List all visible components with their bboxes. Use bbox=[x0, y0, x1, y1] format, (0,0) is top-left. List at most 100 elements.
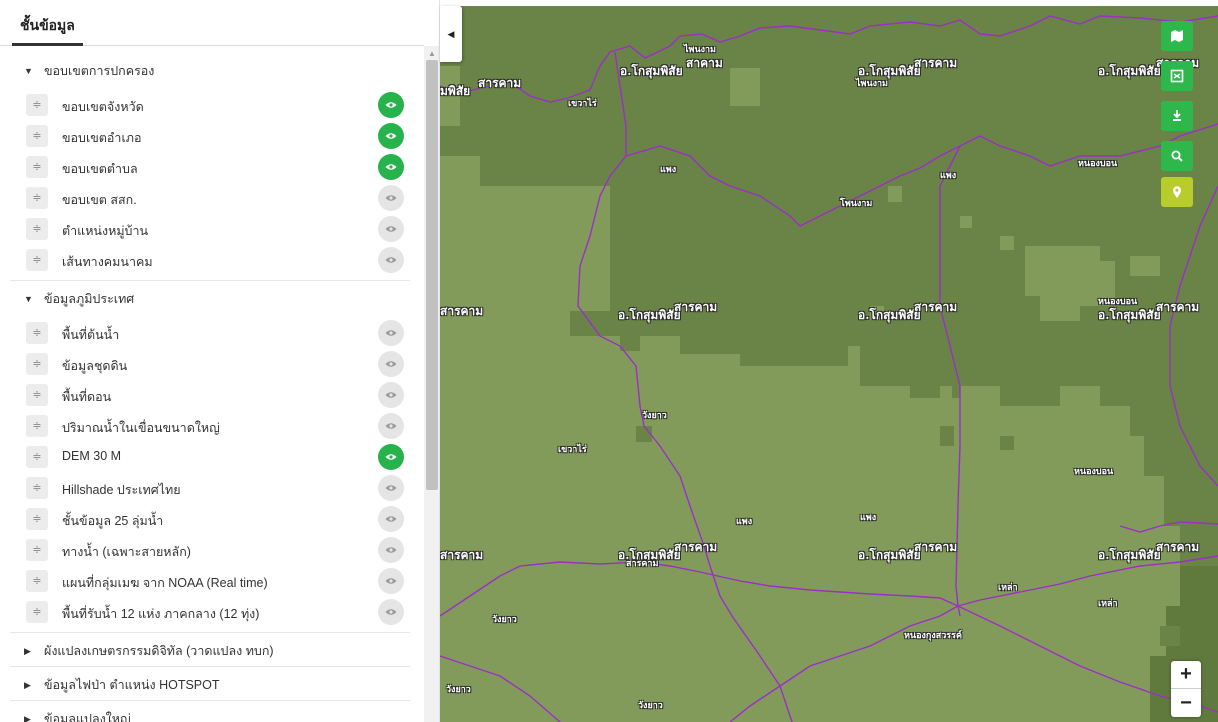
layer-group-header[interactable]: ▶ ข้อมูลแปลงใหญ่ bbox=[0, 704, 410, 722]
drag-handle-icon[interactable]: ≑ bbox=[26, 249, 48, 271]
drag-handle-icon[interactable]: ≑ bbox=[26, 601, 48, 623]
layer-row: ≑ Hillshade ประเทศไทย bbox=[0, 475, 410, 501]
eye-icon bbox=[385, 485, 397, 491]
layer-row: ≑ แผนที่กลุ่มเมฆ จาก NOAA (Real time) bbox=[0, 568, 410, 594]
map-view[interactable]: ไพนงาม สาคาม อ.โกสุมพิสัย สารคาม อ.โกสุม… bbox=[440, 6, 1218, 722]
drag-handle-icon[interactable]: ≑ bbox=[26, 415, 48, 437]
download-button[interactable] bbox=[1161, 101, 1193, 131]
layer-list-scrollbar[interactable]: ▲ bbox=[424, 46, 439, 722]
scroll-up-arrow-icon[interactable]: ▲ bbox=[428, 49, 436, 58]
layer-visibility-toggle[interactable] bbox=[378, 444, 404, 470]
map-label: หนองกุงสวรรค์ bbox=[904, 631, 962, 641]
layer-visibility-toggle[interactable] bbox=[378, 351, 404, 377]
layer-group-label: ขอบเขตการปกครอง bbox=[44, 64, 155, 78]
eye-icon bbox=[385, 578, 397, 584]
layer-name: ขอบเขตจังหวัด bbox=[62, 100, 144, 114]
layer-group-header[interactable]: ▶ ผังแปลงเกษตรกรรมดิจิทัล (วาดแปลง ทบก) bbox=[0, 636, 410, 666]
sidebar-tabbar: ชั้นข้อมูล bbox=[0, 6, 424, 46]
map-label: เขวาไร่ bbox=[558, 445, 587, 455]
collapse-sidebar-button[interactable]: ◀ bbox=[440, 6, 462, 62]
layer-name: ขอบเขตอำเภอ bbox=[62, 131, 142, 145]
layer-group-label: ข้อมูลภูมิประเทศ bbox=[44, 292, 135, 306]
layer-visibility-toggle[interactable] bbox=[378, 123, 404, 149]
layer-visibility-toggle[interactable] bbox=[378, 413, 404, 439]
layer-group-label: ข้อมูลแปลงใหญ่ bbox=[44, 712, 131, 722]
drag-handle-icon[interactable]: ≑ bbox=[26, 218, 48, 240]
map-label: หนองบอน bbox=[1078, 159, 1118, 169]
map-label: วังยาว bbox=[638, 701, 663, 711]
caret-right-icon: ▶ bbox=[24, 645, 31, 656]
pin-icon bbox=[1173, 186, 1181, 198]
eye-icon bbox=[385, 102, 397, 108]
map-label: อ.โกสุมพิสัย bbox=[1098, 308, 1161, 322]
layer-visibility-toggle[interactable] bbox=[378, 154, 404, 180]
layer-name: พื้นที่รับน้ำ 12 แห่ง ภาคกลาง (12 ทุ่ง) bbox=[62, 607, 260, 621]
map-label: วังยาว bbox=[446, 685, 471, 695]
drag-handle-icon[interactable]: ≑ bbox=[26, 477, 48, 499]
layer-row: ≑ พื้นที่รับน้ำ 12 แห่ง ภาคกลาง (12 ทุ่ง) bbox=[0, 599, 410, 625]
drag-handle-icon[interactable]: ≑ bbox=[26, 446, 48, 468]
layer-visibility-toggle[interactable] bbox=[378, 537, 404, 563]
layer-visibility-toggle[interactable] bbox=[378, 475, 404, 501]
basemap-button[interactable] bbox=[1161, 21, 1193, 51]
caret-down-icon: ▼ bbox=[24, 66, 33, 76]
drag-handle-icon[interactable]: ≑ bbox=[26, 508, 48, 530]
map-label: วังยาว bbox=[492, 615, 517, 625]
zoom-out-button[interactable]: − bbox=[1171, 689, 1201, 717]
layer-visibility-toggle[interactable] bbox=[378, 568, 404, 594]
layer-row: ≑ ชั้นข้อมูล 25 ลุ่มน้ำ bbox=[0, 506, 410, 532]
layer-visibility-toggle[interactable] bbox=[378, 382, 404, 408]
layers-button[interactable] bbox=[1161, 61, 1193, 91]
drag-handle-icon[interactable]: ≑ bbox=[26, 187, 48, 209]
scroll-thumb[interactable] bbox=[426, 60, 438, 490]
map-label: อ.โกสุมพิสัย bbox=[1098, 64, 1161, 78]
map-label: แพง bbox=[736, 517, 753, 527]
drag-handle-icon[interactable]: ≑ bbox=[26, 125, 48, 147]
layer-row: ≑ ขอบเขตจังหวัด bbox=[0, 92, 410, 118]
layer-name: ปริมาณน้ำในเขื่อนขนาดใหญ่ bbox=[62, 421, 220, 435]
layer-visibility-toggle[interactable] bbox=[378, 599, 404, 625]
drag-handle-icon[interactable]: ≑ bbox=[26, 353, 48, 375]
layer-group-header[interactable]: ▼ ขอบเขตการปกครอง bbox=[0, 56, 410, 86]
map-label: อ.โกสุมพิสัย bbox=[620, 64, 683, 78]
layer-visibility-toggle[interactable] bbox=[378, 247, 404, 273]
layer-group-header[interactable]: ▼ ข้อมูลภูมิประเทศ bbox=[0, 284, 410, 314]
map-label: มพิสัย bbox=[440, 84, 471, 98]
map-label: สารคาม bbox=[440, 548, 484, 562]
layers-icon bbox=[1170, 69, 1184, 83]
map-label: สาคาม bbox=[686, 56, 723, 70]
search-button[interactable] bbox=[1161, 141, 1193, 171]
eye-icon bbox=[385, 226, 397, 232]
map-label: วังยาว bbox=[642, 411, 667, 421]
layer-row: ≑ ขอบเขตตำบล bbox=[0, 154, 410, 180]
group-divider bbox=[10, 700, 410, 701]
tab-layers[interactable]: ชั้นข้อมูล bbox=[12, 6, 83, 46]
layer-name: เส้นทางคมนาคม bbox=[62, 255, 153, 269]
eye-icon bbox=[385, 133, 397, 139]
layer-visibility-toggle[interactable] bbox=[378, 185, 404, 211]
layer-visibility-toggle[interactable] bbox=[378, 320, 404, 346]
eye-icon bbox=[385, 609, 397, 615]
map-label: เขวาไร่ bbox=[568, 99, 597, 109]
layer-group-header[interactable]: ▶ ข้อมูลไฟป่า ตำแหน่ง HOTSPOT bbox=[0, 670, 410, 700]
map-label: สารคาม bbox=[626, 559, 659, 569]
drag-handle-icon[interactable]: ≑ bbox=[26, 322, 48, 344]
triangle-left-icon: ◀ bbox=[447, 28, 455, 39]
map-label: สารคาม bbox=[440, 304, 484, 318]
drag-handle-icon[interactable]: ≑ bbox=[26, 156, 48, 178]
layer-visibility-toggle[interactable] bbox=[378, 216, 404, 242]
eye-icon bbox=[385, 195, 397, 201]
map-label: แพง bbox=[860, 513, 877, 523]
drag-handle-icon[interactable]: ≑ bbox=[26, 570, 48, 592]
zoom-in-button[interactable]: + bbox=[1171, 661, 1201, 689]
drag-handle-icon[interactable]: ≑ bbox=[26, 94, 48, 116]
drag-handle-icon[interactable]: ≑ bbox=[26, 539, 48, 561]
map-label: สารคาม bbox=[1156, 300, 1200, 314]
layer-group-label: ข้อมูลไฟป่า ตำแหน่ง HOTSPOT bbox=[44, 678, 220, 692]
layer-visibility-toggle[interactable] bbox=[378, 506, 404, 532]
drag-handle-icon[interactable]: ≑ bbox=[26, 384, 48, 406]
layer-visibility-toggle[interactable] bbox=[378, 92, 404, 118]
caret-right-icon: ▶ bbox=[24, 713, 31, 722]
location-button[interactable] bbox=[1161, 177, 1193, 207]
layer-row: ≑ DEM 30 M bbox=[0, 444, 410, 470]
